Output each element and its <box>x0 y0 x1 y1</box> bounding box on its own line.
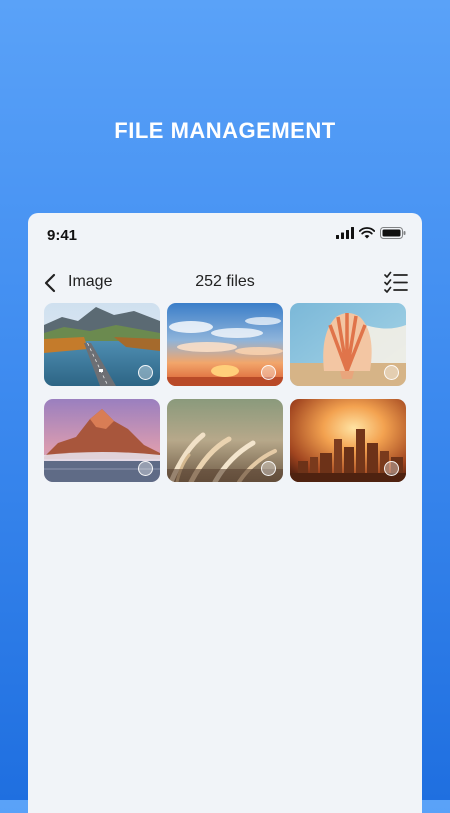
header: Image 252 files <box>28 265 422 301</box>
status-bar: 9:41 <box>28 213 422 257</box>
select-checkbox[interactable] <box>138 461 153 476</box>
image-thumbnail[interactable] <box>44 303 160 386</box>
select-checkbox[interactable] <box>261 365 276 380</box>
image-thumbnail[interactable] <box>167 399 283 482</box>
status-icons <box>336 227 406 239</box>
image-grid <box>44 303 406 482</box>
promo-title: FILE MANAGEMENT <box>114 118 336 143</box>
signal-icon <box>336 227 354 239</box>
wifi-icon <box>359 227 375 239</box>
image-thumbnail[interactable] <box>290 303 406 386</box>
select-checkbox[interactable] <box>261 461 276 476</box>
image-thumbnail[interactable] <box>167 303 283 386</box>
select-checkbox[interactable] <box>384 461 399 476</box>
status-time: 9:41 <box>47 227 78 244</box>
file-count: 252 files <box>195 273 255 290</box>
select-checkbox[interactable] <box>384 365 399 380</box>
phone-screen: 9:41 Image 252 files <box>28 213 422 813</box>
battery-icon <box>380 227 406 239</box>
image-thumbnail[interactable] <box>290 399 406 482</box>
checklist-icon[interactable] <box>384 271 408 293</box>
image-thumbnail[interactable] <box>44 399 160 482</box>
select-checkbox[interactable] <box>138 365 153 380</box>
